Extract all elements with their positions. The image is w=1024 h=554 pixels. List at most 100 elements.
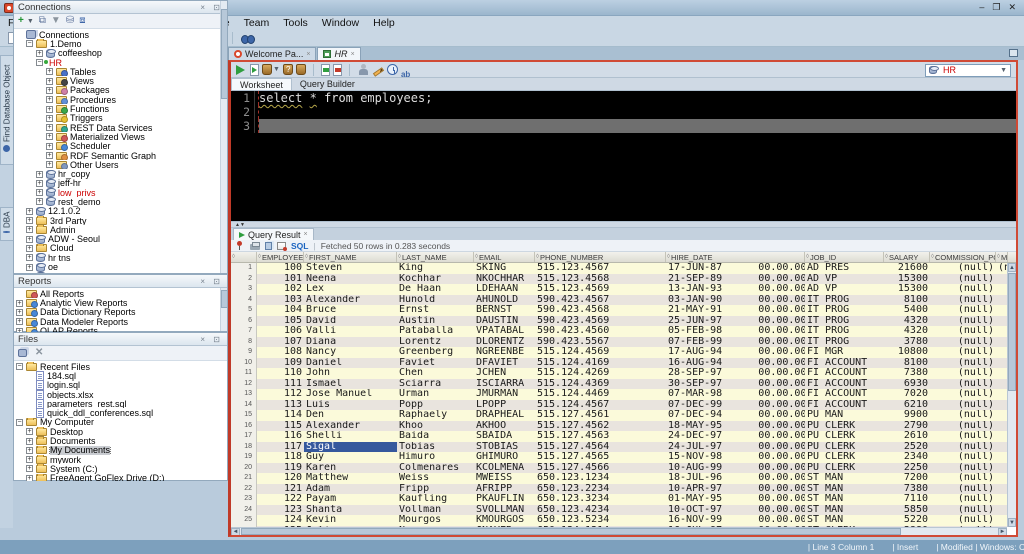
tree-item-system-c-[interactable]: + System (C:) <box>14 464 227 474</box>
cell-last_name[interactable]: Colmenares <box>397 463 474 474</box>
cell-hire_date[interactable]: 24-DEC-97 00.00.00 <box>666 431 805 442</box>
tree-item-3rd-party[interactable]: +3rd Party <box>14 215 227 225</box>
connect-icon[interactable]: ⛁ <box>66 16 74 26</box>
tree-item-connections[interactable]: Connections <box>14 30 227 39</box>
cell-email[interactable]: KCOLMENA <box>474 463 535 474</box>
expander-icon[interactable]: + <box>46 68 53 76</box>
cell-hire_date[interactable]: 10-APR-97 00.00.00 <box>666 484 805 495</box>
connections-scrollbar[interactable] <box>220 1 228 273</box>
tree-item-scheduler[interactable]: + Scheduler <box>14 142 227 151</box>
expander-icon[interactable]: + <box>26 437 33 445</box>
cell-man[interactable] <box>996 505 1007 516</box>
table-row[interactable]: 18 117 Sigal Tobias STOBIAS 515.127.4564 24-JU… <box>231 441 1007 453</box>
expander-icon[interactable]: + <box>46 161 53 169</box>
sql-tuning-icon[interactable] <box>295 64 306 75</box>
cell-employee_id[interactable]: 115 <box>257 421 304 432</box>
scrollbar-thumb[interactable] <box>241 528 901 535</box>
cell-last_name[interactable]: Kaufling <box>397 494 474 505</box>
scrollbar-thumb[interactable] <box>1008 273 1016 391</box>
expander-icon[interactable]: + <box>26 254 33 262</box>
table-row[interactable]: 8 107 Diana Lorentz DLORENTZ 590.423.5567 07-F… <box>231 336 1007 348</box>
expander-icon[interactable]: + <box>36 179 43 187</box>
expander-icon[interactable]: + <box>36 49 43 57</box>
cell-man[interactable]: (nu <box>996 263 1007 274</box>
table-row[interactable]: 13 112 Jose Manuel Urman JMURMAN 515.124.4469… <box>231 389 1007 400</box>
cell-employee_id[interactable]: 103 <box>257 295 304 306</box>
cell-last_name[interactable]: Khoo <box>397 421 474 432</box>
cell-man[interactable] <box>996 358 1007 369</box>
cell-man[interactable] <box>996 274 1007 285</box>
cell-last_name[interactable]: Baida <box>397 431 474 442</box>
cell-job_id[interactable]: IT PROG <box>805 337 884 348</box>
expander-icon[interactable]: + <box>46 133 53 141</box>
persist-grid-icon[interactable] <box>265 241 272 250</box>
cell-email[interactable]: KMOURGOS <box>474 515 535 526</box>
expander-icon[interactable]: + <box>36 198 43 206</box>
cell-hire_date[interactable]: 16-NOV-99 00.00.00 <box>666 515 805 526</box>
cell-phone_number[interactable]: 515.127.4566 <box>535 463 666 474</box>
cell-email[interactable]: DRAPHEAL <box>474 410 535 421</box>
scroll-up-icon[interactable]: ▲ <box>1008 263 1016 272</box>
cell-employee_id[interactable]: 105 <box>257 316 304 327</box>
editor-line-1[interactable]: 1 select * from employees; <box>231 91 1016 105</box>
sql-label[interactable]: SQL <box>291 241 308 251</box>
cell-email[interactable]: LPOPP <box>474 400 535 411</box>
cell-employee_id[interactable]: 101 <box>257 274 304 285</box>
menu-window[interactable]: Window <box>322 17 359 29</box>
cell-job_id[interactable]: ST MAN <box>805 473 884 484</box>
cell-last_name[interactable]: Tobias <box>397 442 474 453</box>
cell-first_name[interactable]: John <box>304 368 397 379</box>
cell-first_name[interactable]: Neena <box>304 274 397 285</box>
cell-hire_date[interactable]: 18-MAY-95 00.00.00 <box>666 421 805 432</box>
tree-item-login-sql[interactable]: login.sql <box>14 380 227 390</box>
cell-email[interactable]: DFAVIET <box>474 358 535 369</box>
cell-job_id[interactable]: FI MGR <box>805 347 884 358</box>
cell-hire_date[interactable]: 01-MAY-95 00.00.00 <box>666 494 805 505</box>
cell-phone_number[interactable]: 590.423.4567 <box>535 295 666 306</box>
tree-item-oe[interactable]: + oe <box>14 262 227 272</box>
cell-hire_date[interactable]: 25-JUN-97 00.00.00 <box>666 316 805 327</box>
cell-last_name[interactable]: Faviet <box>397 358 474 369</box>
cell-employee_id[interactable]: 120 <box>257 473 304 484</box>
cell-first_name[interactable]: David <box>304 316 397 327</box>
cell-salary[interactable]: 5220 <box>884 515 930 526</box>
cell-employee_id[interactable]: 100 <box>257 263 304 274</box>
expander-icon[interactable]: + <box>26 207 33 215</box>
cell-phone_number[interactable]: 515.124.4569 <box>535 347 666 358</box>
cell-salary[interactable]: 3780 <box>884 337 930 348</box>
splitter-handle[interactable]: ▲▼ <box>231 221 1016 228</box>
autotrace-icon[interactable] <box>282 64 293 75</box>
tree-item-my-computer[interactable]: − My Computer <box>14 417 227 427</box>
cell-commission_pct[interactable]: (null) <box>930 494 996 505</box>
table-row[interactable]: 19 118 Guy Himuro GHIMURO 515.127.4565 15-NOV-… <box>231 452 1007 463</box>
cell-employee_id[interactable]: 107 <box>257 337 304 348</box>
tree-item-objects-xlsx[interactable]: objects.xlsx <box>14 389 227 400</box>
cell-first_name[interactable]: Alexander <box>304 295 397 306</box>
tree-item-quick-ddl-conferences-sql[interactable]: quick_ddl_conferences.sql <box>14 408 227 418</box>
cell-salary[interactable]: 6930 <box>884 379 930 390</box>
run-statement-icon[interactable] <box>236 64 245 75</box>
window-controls[interactable]: – ❐ ✕ <box>979 2 1020 13</box>
cell-commission_pct[interactable]: (null) <box>930 400 996 411</box>
expander-icon[interactable]: + <box>26 465 33 473</box>
cell-hire_date[interactable]: 17-JUN-87 00.00.00 <box>666 263 805 274</box>
cell-last_name[interactable]: Austin <box>397 316 474 327</box>
cell-employee_id[interactable]: 108 <box>257 347 304 358</box>
explain-plan-icon[interactable] <box>262 64 272 75</box>
cell-email[interactable]: PKAUFLIN <box>474 494 535 505</box>
cell-hire_date[interactable]: 07-MAR-98 00.00.00 <box>666 389 805 400</box>
menu-help[interactable]: Help <box>373 17 395 29</box>
cell-phone_number[interactable]: 650.123.1234 <box>535 473 666 484</box>
cell-email[interactable]: NGREENBE <box>474 347 535 358</box>
cell-first_name[interactable]: Sigal <box>304 441 397 452</box>
cell-last_name[interactable]: Chen <box>397 368 474 379</box>
cell-first_name[interactable]: Shelli <box>304 431 397 442</box>
cell-commission_pct[interactable]: (null) <box>930 337 996 348</box>
cell-salary[interactable]: 2340 <box>884 452 930 463</box>
tree-item-documents[interactable]: + Documents <box>14 436 227 446</box>
cell-job_id[interactable]: PU CLERK <box>805 421 884 432</box>
cell-job_id[interactable]: FI ACCOUNT <box>805 389 884 400</box>
cell-salary[interactable]: 21600 <box>884 263 930 274</box>
cell-first_name[interactable]: Jose Manuel <box>304 389 397 400</box>
cell-phone_number[interactable]: 650.123.5234 <box>535 515 666 526</box>
